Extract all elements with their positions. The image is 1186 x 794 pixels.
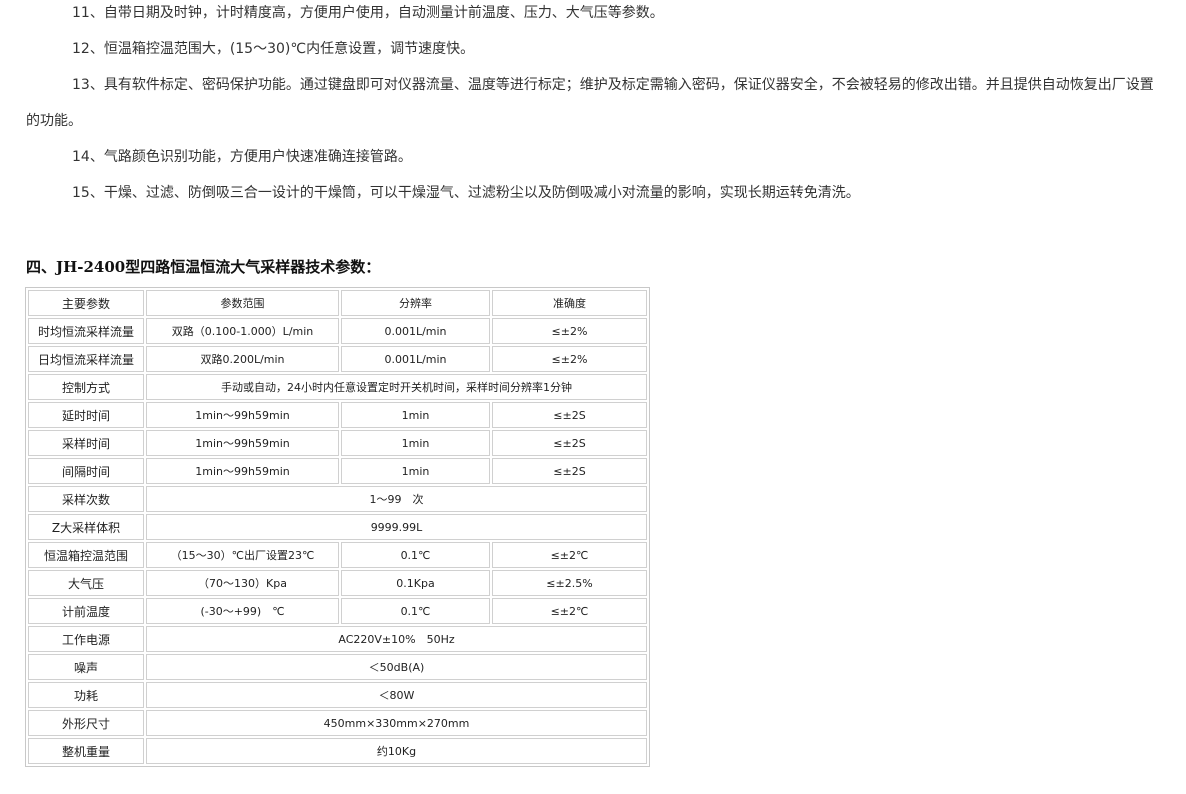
table-row: 时均恒流采样流量 双路（0.100-1.000）L/min 0.001L/min… [28, 318, 647, 344]
table-row: 大气压 （70～130）Kpa 0.1Kpa ≤±2.5% [28, 570, 647, 596]
param-range-cell: 双路（0.100-1.000）L/min [146, 318, 339, 344]
param-name-cell: 控制方式 [28, 374, 144, 400]
param-name-cell: 工作电源 [28, 626, 144, 652]
param-value-cell: ＜50dB(A) [146, 654, 647, 680]
param-range-cell: 1min～99h59min [146, 458, 339, 484]
feature-item-12: 12、恒温箱控温范围大，(15～30)℃内任意设置，调节速度快。 [72, 41, 475, 57]
resolution-cell: 1min [341, 402, 490, 428]
param-range-cell: 双路0.200L/min [146, 346, 339, 372]
param-name-cell: Z大采样体积 [28, 514, 144, 540]
param-value-cell: AC220V±10% 50Hz [146, 626, 647, 652]
param-range-cell: 1min～99h59min [146, 402, 339, 428]
param-name-cell: 采样时间 [28, 430, 144, 456]
table-row: 整机重量 约10Kg [28, 738, 647, 764]
param-range-cell: （15～30）℃出厂设置23℃ [146, 542, 339, 568]
spec-table: 主要参数 参数范围 分辨率 准确度 时均恒流采样流量 双路（0.100-1.00… [25, 287, 650, 767]
feature-item-13: 13、具有软件标定、密码保护功能。通过键盘即可对仪器流量、温度等进行标定；维护及… [26, 77, 1154, 129]
param-range-cell: （70～130）Kpa [146, 570, 339, 596]
param-value-cell: 450mm×330mm×270mm [146, 710, 647, 736]
section-title: 四、JH-2400型四路恒温恒流大气采样器技术参数： [26, 258, 381, 276]
param-name-cell: 外形尺寸 [28, 710, 144, 736]
param-range-cell: (-30～+99) ℃ [146, 598, 339, 624]
table-row: 延时时间 1min～99h59min 1min ≤±2S [28, 402, 647, 428]
resolution-cell: 0.001L/min [341, 346, 490, 372]
feature-item-11: 11、自带日期及时钟，计时精度高，方便用户使用，自动测量计前温度、压力、大气压等… [72, 5, 664, 21]
param-name-cell: 噪声 [28, 654, 144, 680]
table-row: 噪声 ＜50dB(A) [28, 654, 647, 680]
resolution-cell: 0.1℃ [341, 542, 490, 568]
table-row: 恒温箱控温范围 （15～30）℃出厂设置23℃ 0.1℃ ≤±2℃ [28, 542, 647, 568]
table-row: 计前温度 (-30～+99) ℃ 0.1℃ ≤±2℃ [28, 598, 647, 624]
resolution-cell: 1min [341, 430, 490, 456]
param-name-cell: 时均恒流采样流量 [28, 318, 144, 344]
param-name-cell: 间隔时间 [28, 458, 144, 484]
header-cell: 准确度 [492, 290, 647, 316]
accuracy-cell: ≤±2℃ [492, 542, 647, 568]
table-header-row: 主要参数 参数范围 分辨率 准确度 [28, 290, 647, 316]
table-row: Z大采样体积 9999.99L [28, 514, 647, 540]
table-row: 工作电源 AC220V±10% 50Hz [28, 626, 647, 652]
header-cell: 参数范围 [146, 290, 339, 316]
param-value-cell: 约10Kg [146, 738, 647, 764]
param-name-cell: 整机重量 [28, 738, 144, 764]
table-row: 控制方式 手动或自动，24小时内任意设置定时开关机时间，采样时间分辨率1分钟 [28, 374, 647, 400]
param-value-cell: 1～99 次 [146, 486, 647, 512]
accuracy-cell: ≤±2S [492, 402, 647, 428]
param-name-cell: 采样次数 [28, 486, 144, 512]
accuracy-cell: ≤±2.5% [492, 570, 647, 596]
param-value-cell: ＜80W [146, 682, 647, 708]
resolution-cell: 1min [341, 458, 490, 484]
accuracy-cell: ≤±2% [492, 318, 647, 344]
resolution-cell: 0.001L/min [341, 318, 490, 344]
accuracy-cell: ≤±2S [492, 430, 647, 456]
table-row: 采样时间 1min～99h59min 1min ≤±2S [28, 430, 647, 456]
param-name-cell: 延时时间 [28, 402, 144, 428]
param-name-cell: 日均恒流采样流量 [28, 346, 144, 372]
feature-item-14: 14、气路颜色识别功能，方便用户快速准确连接管路。 [72, 149, 412, 165]
accuracy-cell: ≤±2S [492, 458, 647, 484]
feature-item-15: 15、干燥、过滤、防倒吸三合一设计的干燥筒，可以干燥湿气、过滤粉尘以及防倒吸减小… [72, 185, 860, 201]
table-row: 功耗 ＜80W [28, 682, 647, 708]
param-range-cell: 1min～99h59min [146, 430, 339, 456]
resolution-cell: 0.1℃ [341, 598, 490, 624]
param-value-cell: 手动或自动，24小时内任意设置定时开关机时间，采样时间分辨率1分钟 [146, 374, 647, 400]
accuracy-cell: ≤±2℃ [492, 598, 647, 624]
table-row: 采样次数 1～99 次 [28, 486, 647, 512]
table-row: 外形尺寸 450mm×330mm×270mm [28, 710, 647, 736]
header-cell: 主要参数 [28, 290, 144, 316]
accuracy-cell: ≤±2% [492, 346, 647, 372]
param-name-cell: 计前温度 [28, 598, 144, 624]
param-value-cell: 9999.99L [146, 514, 647, 540]
resolution-cell: 0.1Kpa [341, 570, 490, 596]
table-row: 日均恒流采样流量 双路0.200L/min 0.001L/min ≤±2% [28, 346, 647, 372]
header-cell: 分辨率 [341, 290, 490, 316]
param-name-cell: 大气压 [28, 570, 144, 596]
param-name-cell: 功耗 [28, 682, 144, 708]
table-row: 间隔时间 1min～99h59min 1min ≤±2S [28, 458, 647, 484]
param-name-cell: 恒温箱控温范围 [28, 542, 144, 568]
